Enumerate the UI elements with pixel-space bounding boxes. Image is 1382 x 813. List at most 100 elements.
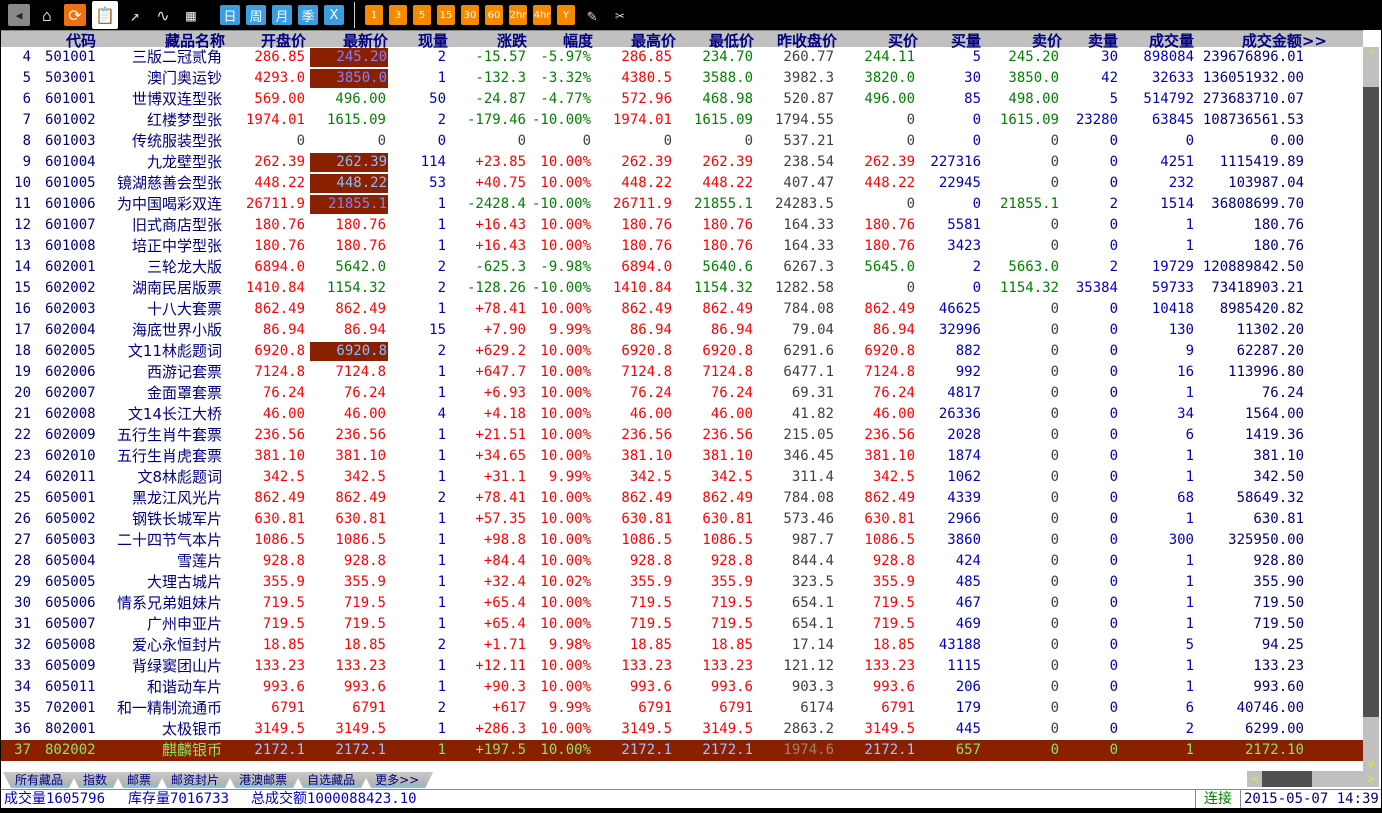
interval-button[interactable]: 4hr <box>533 5 551 25</box>
table-row[interactable]: 20 602007 金面罩套票 76.24 76.24 1 +6.93 10.00% 76.24… <box>1 383 1363 404</box>
table-row[interactable]: 30 605006 情系兄弟姐妹片 719.5 719.5 1 +65.4 10.00% 719… <box>1 593 1363 614</box>
home-icon[interactable]: ⌂ <box>36 4 58 26</box>
amount-cell: 1115419.89 <box>1219 154 1304 170</box>
table-row[interactable]: 29 605005 大理古城片 355.9 355.9 1 +32.4 10.02% 355.9… <box>1 572 1363 593</box>
table-row[interactable]: 19 602006 西游记套票 7124.8 7124.8 1 +647.7 10.00% 71… <box>1 362 1363 383</box>
interval-button[interactable]: 15 <box>437 5 455 25</box>
table-row[interactable]: 15 602002 湖南民居版票 1410.84 1154.32 2 -128.26 -10.… <box>1 278 1363 299</box>
open-price-cell: 719.5 <box>262 595 305 611</box>
current-volume-cell: 1 <box>437 595 446 611</box>
tab-1[interactable]: 指数 <box>71 772 121 788</box>
total-amount: 总成交额1000088423.10 <box>251 791 417 807</box>
table-row[interactable]: 12 601007 旧式商店型张 180.76 180.76 1 +16.43 10.00% 1… <box>1 215 1363 236</box>
current-volume-cell: 1 <box>437 427 446 443</box>
interval-button[interactable]: 3 <box>389 5 407 25</box>
table-row[interactable]: 27 605003 二十四节气本片 1086.5 1086.5 1 +98.8 10.00% 1… <box>1 530 1363 551</box>
table-row[interactable]: 22 602009 五行生肖牛套票 236.56 236.56 1 +21.51 10.00%… <box>1 425 1363 446</box>
name-cell: 钢铁长城军片 <box>131 510 222 528</box>
refresh-icon[interactable]: ⟳ <box>64 4 86 26</box>
name-cell: 五行生肖虎套票 <box>116 447 222 465</box>
period-button[interactable]: 月 <box>272 5 292 25</box>
table-row[interactable]: 6 601001 世博双连型张 569.00 496.00 50 -24.87 -4.77% 5… <box>1 89 1363 110</box>
tab-3[interactable]: 邮资封片 <box>159 772 233 788</box>
table-row[interactable]: 24 602011 文8林彪题词 342.5 342.5 1 +31.1 9.99% 342.5… <box>1 467 1363 488</box>
clipboard-icon[interactable]: 📋 <box>92 1 118 29</box>
table-row[interactable]: 18 602005 文11林彪题词 6920.8 6920.8 2 +629.2 10.00%… <box>1 341 1363 362</box>
back-icon[interactable]: ◀ <box>8 4 30 26</box>
interval-button[interactable]: 1 <box>365 5 383 25</box>
table-row[interactable]: 31 605007 广州申亚片 719.5 719.5 1 +65.4 10.00% 719.5… <box>1 614 1363 635</box>
period-button[interactable]: 日 <box>220 5 240 25</box>
low-price-cell: 1154.32 <box>693 280 753 296</box>
scroll-left-icon[interactable]: < <box>1247 771 1263 787</box>
scroll-right-icon[interactable]: > <box>1363 771 1379 787</box>
table-row[interactable]: 26 605002 钢铁长城军片 630.81 630.81 1 +57.35 10.00% 6… <box>1 509 1363 530</box>
latest-price-cell: 3149.5 <box>335 721 386 737</box>
tab-5[interactable]: 自选藏品 <box>295 772 369 788</box>
scroll-up-icon[interactable]: ^ <box>1363 47 1379 63</box>
volume-cell: 63845 <box>1151 112 1194 128</box>
table-row[interactable]: 25 605001 黑龙江风光片 862.49 862.49 2 +78.41 10.00% 8… <box>1 488 1363 509</box>
prev-close-cell: 6267.3 <box>783 259 834 275</box>
vertical-scrollbar[interactable]: ^ v <box>1363 47 1379 772</box>
interval-button[interactable]: 30 <box>461 5 479 25</box>
amount-cell: 108736561.53 <box>1202 112 1304 128</box>
tools-icon[interactable]: ✂ <box>609 4 631 26</box>
table-row[interactable]: 32 605008 爱心永恒封片 18.85 18.85 2 +1.71 9.98% 18.85… <box>1 635 1363 656</box>
table-row[interactable]: 7 601002 红楼梦型张 1974.01 1615.09 2 -179.46 -10.00… <box>1 110 1363 131</box>
table-row[interactable]: 17 602004 海底世界小版 86.94 86.94 15 +7.90 9.99% 86.9… <box>1 320 1363 341</box>
tab-4[interactable]: 港澳邮票 <box>227 772 301 788</box>
name-cell: 太极银币 <box>161 720 222 738</box>
table-row[interactable]: 35 702001 和一精制流通币 6791 6791 2 +617 9.99% 6791 679… <box>1 698 1363 719</box>
vertical-scroll-thumb[interactable] <box>1363 87 1379 717</box>
table-row[interactable]: 34 605011 和谐动车片 993.6 993.6 1 +90.3 10.00% 993.6… <box>1 677 1363 698</box>
table-row[interactable]: 4 501001 三版二冠贰角 286.85 245.20 2 -15.57 -5.97% 28… <box>1 47 1363 68</box>
interval-button[interactable]: 2hr <box>509 5 527 25</box>
code-cell: 602006 <box>45 364 96 380</box>
high-price-cell: 0 <box>663 133 672 149</box>
interval-button[interactable]: 5 <box>413 5 431 25</box>
period-button[interactable]: 周 <box>246 5 266 25</box>
change-cell: +647.7 <box>475 364 526 380</box>
open-price-cell: 7124.8 <box>254 364 305 380</box>
open-price-cell: 993.6 <box>262 679 305 695</box>
table-row[interactable]: 21 602008 文14长江大桥 46.00 46.00 4 +4.18 10.00% 46.… <box>1 404 1363 425</box>
name-cell: 二十四节气本片 <box>116 531 222 549</box>
scroll-down-icon[interactable]: v <box>1363 756 1379 772</box>
bid-price-cell: 862.49 <box>864 301 915 317</box>
prev-close-cell: 2863.2 <box>783 721 834 737</box>
table-row[interactable]: 33 605009 背绿窦团山片 133.23 133.23 1 +12.11 10.00% 1… <box>1 656 1363 677</box>
tab-0[interactable]: 所有藏品 <box>3 772 77 788</box>
interval-button[interactable]: 60 <box>485 5 503 25</box>
table-row[interactable]: 13 601008 培正中学型张 180.76 180.76 1 +16.43 10.00% 1… <box>1 236 1363 257</box>
trend-chart-icon[interactable]: ↗ <box>124 4 146 26</box>
table-row-selected[interactable]: 37 802002 麒麟银币 2172.1 2172.1 1 +197.5 10.00% 217… <box>1 740 1363 761</box>
period-button[interactable]: X <box>324 5 344 25</box>
table-icon[interactable]: ▦ <box>180 4 202 26</box>
period-button[interactable]: 季 <box>298 5 318 25</box>
current-volume-cell: 1 <box>437 658 446 674</box>
horizontal-scroll-thumb[interactable] <box>1262 771 1312 787</box>
table-row[interactable]: 23 602010 五行生肖虎套票 381.10 381.10 1 +34.65 10.00%… <box>1 446 1363 467</box>
pencil-icon[interactable]: ✎ <box>581 4 603 26</box>
horizontal-scrollbar[interactable]: < > <box>1247 771 1379 787</box>
amount-cell: 381.10 <box>1253 448 1304 464</box>
low-price-cell: 928.8 <box>710 553 753 569</box>
table-row[interactable]: 8 601003 传统服装型张 0 0 0 0 0 0 0 537.21 0 0 0 0 0 0.00 <box>1 131 1363 152</box>
table-row[interactable]: 10 601005 镜湖慈善会型张 448.22 448.22 53 +40.75 10.00… <box>1 173 1363 194</box>
table-row[interactable]: 16 602003 十八大套票 862.49 862.49 1 +78.41 10.00% 86… <box>1 299 1363 320</box>
table-row[interactable]: 5 503001 澳门奥运钞 4293.0 3850.0 1 -132.3 -3.32% 438… <box>1 68 1363 89</box>
tab-6[interactable]: 更多>> <box>363 772 433 788</box>
current-volume-cell: 1 <box>437 742 446 758</box>
tab-2[interactable]: 邮票 <box>115 772 165 788</box>
table-row[interactable]: 28 605004 雪莲片 928.8 928.8 1 +84.4 10.00% 928.8 92… <box>1 551 1363 572</box>
line-chart-icon[interactable]: ∿ <box>152 4 174 26</box>
amount-cell: 719.50 <box>1253 616 1304 632</box>
table-row[interactable]: 9 601004 九龙壁型张 262.39 262.39 114 +23.85 10.00% 2… <box>1 152 1363 173</box>
code-cell: 605004 <box>45 553 96 569</box>
amount-cell: 273683710.07 <box>1202 91 1304 107</box>
interval-button[interactable]: Y <box>557 5 575 25</box>
table-row[interactable]: 14 602001 三轮龙大版 6894.0 5642.0 2 -625.3 -9.98% 68… <box>1 257 1363 278</box>
table-row[interactable]: 11 601006 为中国喝彩双连 26711.9 21855.1 1 -2428.4 -10… <box>1 194 1363 215</box>
table-row[interactable]: 36 802001 太极银币 3149.5 3149.5 1 +286.3 10.00% 314… <box>1 719 1363 740</box>
